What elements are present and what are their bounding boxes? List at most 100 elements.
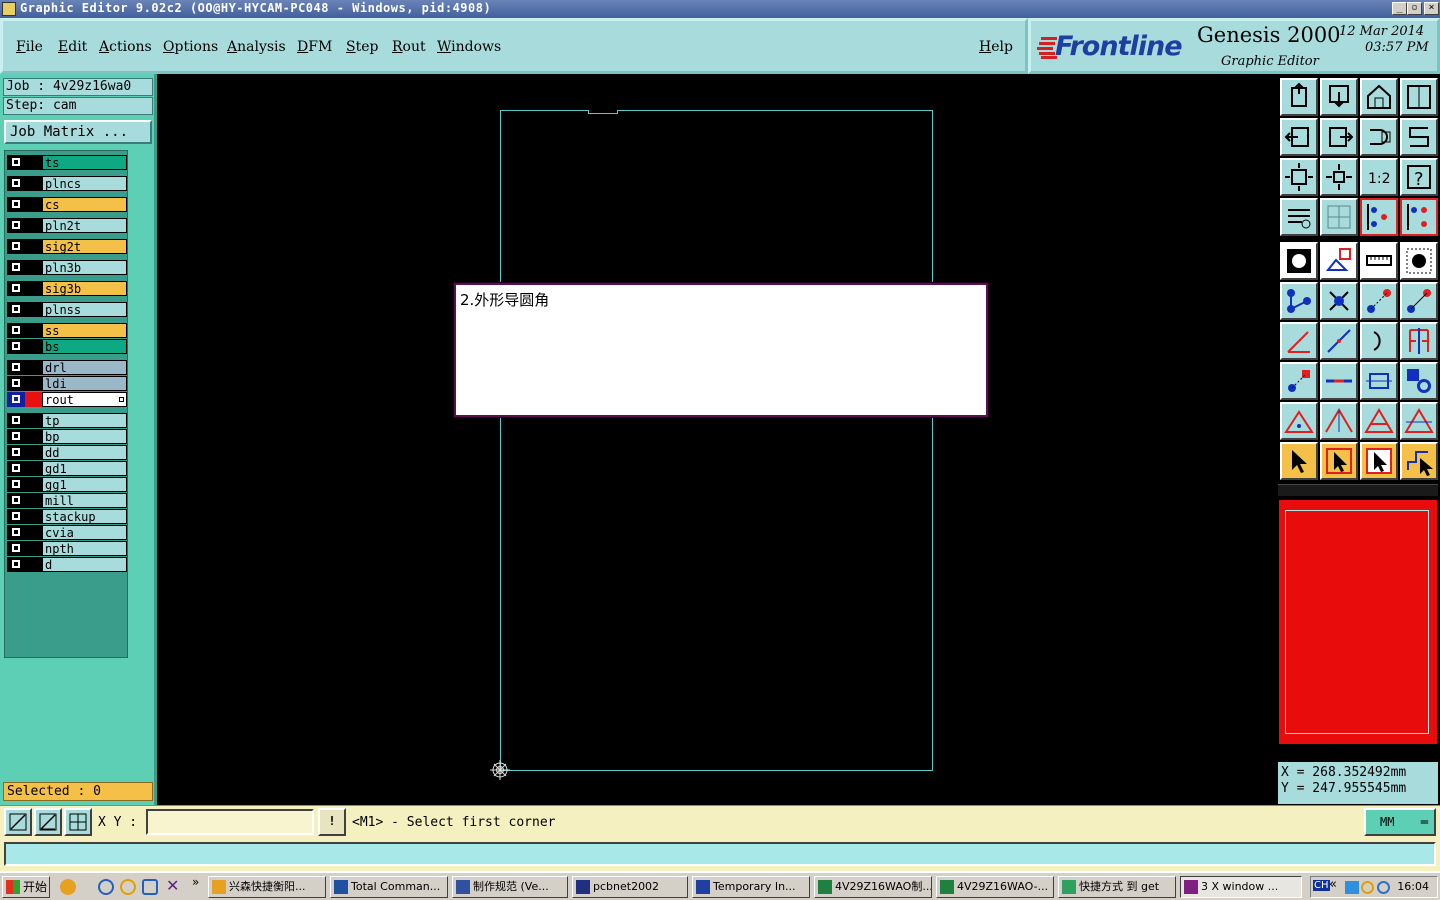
- home-tool[interactable]: [1360, 78, 1398, 116]
- circle-tool[interactable]: [1400, 242, 1438, 280]
- menu-windows[interactable]: Windows: [437, 39, 501, 55]
- layer-row[interactable]: sig2t: [7, 239, 127, 254]
- undo-tool[interactable]: [1360, 118, 1398, 156]
- menu-step[interactable]: Step: [346, 39, 378, 55]
- layer-name[interactable]: tp: [42, 413, 127, 428]
- grid-snap-button[interactable]: [64, 808, 92, 836]
- layer-name[interactable]: sig2t: [42, 239, 127, 254]
- layer-name[interactable]: drl: [42, 360, 127, 375]
- layer-checkbox[interactable]: [7, 525, 25, 540]
- layer-name[interactable]: cvia: [42, 525, 127, 540]
- layer-row[interactable]: ts: [7, 155, 127, 170]
- shape-tool[interactable]: [1320, 242, 1358, 280]
- minimize-button[interactable]: _: [1392, 2, 1407, 15]
- layer-row[interactable]: npth: [7, 541, 127, 556]
- maximize-button[interactable]: ▫: [1407, 2, 1422, 15]
- layer-name[interactable]: pln2t: [42, 218, 127, 233]
- network-icon[interactable]: [1345, 881, 1359, 894]
- cross-tool[interactable]: [1320, 282, 1358, 320]
- layer-name[interactable]: cs: [42, 197, 127, 212]
- taskbar-task-button[interactable]: 4V29Z16WAO制...: [814, 876, 932, 898]
- layer-name[interactable]: bs: [42, 339, 127, 354]
- layer-name[interactable]: ldi: [42, 376, 127, 391]
- layer-row[interactable]: rout: [7, 392, 127, 407]
- update-icon[interactable]: [1377, 881, 1390, 894]
- save-tool[interactable]: [1320, 78, 1358, 116]
- taskbar-task-button[interactable]: 兴森快捷衡阳...: [208, 876, 326, 898]
- move-tool[interactable]: [1280, 362, 1318, 400]
- layer-checkbox[interactable]: [7, 541, 25, 556]
- layer-display-indicator[interactable]: [25, 413, 42, 428]
- layer-checkbox[interactable]: [7, 176, 25, 191]
- layer-checkbox[interactable]: [7, 218, 25, 233]
- xwindow-icon[interactable]: ✕: [166, 876, 179, 895]
- mini-map[interactable]: [1279, 500, 1437, 744]
- layer-display-indicator[interactable]: [25, 445, 42, 460]
- layer-checkbox[interactable]: [7, 413, 25, 428]
- ruler-tool[interactable]: [1360, 242, 1398, 280]
- layer-row[interactable]: ldi: [7, 376, 127, 391]
- layer-name[interactable]: pln3b: [42, 260, 127, 275]
- layer-checkbox[interactable]: [7, 281, 25, 296]
- zoom-forward-tool[interactable]: [1320, 118, 1358, 156]
- layer-checkbox[interactable]: [7, 392, 25, 407]
- layer-checkbox[interactable]: [7, 339, 25, 354]
- layer-checkbox[interactable]: [7, 239, 25, 254]
- measure-all-tool[interactable]: [1400, 198, 1438, 236]
- layer-row[interactable]: bs: [7, 339, 127, 354]
- group-tool[interactable]: [1400, 362, 1438, 400]
- layer-checkbox[interactable]: [7, 197, 25, 212]
- center-tool[interactable]: [1320, 158, 1358, 196]
- angle-tool[interactable]: [1280, 322, 1318, 360]
- taskbar-task-button[interactable]: 快捷方式 到 get: [1058, 876, 1176, 898]
- layer-name[interactable]: mill: [42, 493, 127, 508]
- point2-tool[interactable]: [1400, 282, 1438, 320]
- layer-display-indicator[interactable]: [25, 525, 42, 540]
- layer-row[interactable]: tp: [7, 413, 127, 428]
- layer-name[interactable]: npth: [42, 541, 127, 556]
- layer-display-indicator[interactable]: [25, 323, 42, 338]
- menu-dfm[interactable]: DFM: [297, 39, 332, 55]
- layer-display-indicator[interactable]: [25, 260, 42, 275]
- layer-checkbox[interactable]: [7, 376, 25, 391]
- layer-display-indicator[interactable]: [25, 281, 42, 296]
- layer-checkbox[interactable]: [7, 429, 25, 444]
- menu-actions[interactable]: Actions: [99, 39, 152, 55]
- snap-mode-button[interactable]: [4, 808, 32, 836]
- browser-icon[interactable]: [98, 879, 114, 895]
- triangle2-tool[interactable]: [1320, 402, 1358, 440]
- select-box-tool[interactable]: [1320, 442, 1358, 480]
- layer-row[interactable]: drl: [7, 360, 127, 375]
- layer-row[interactable]: dd: [7, 445, 127, 460]
- taskbar-task-button[interactable]: Temporary In...: [692, 876, 810, 898]
- layer-display-indicator[interactable]: [25, 493, 42, 508]
- layer-name[interactable]: d: [42, 557, 127, 572]
- job-matrix-button[interactable]: Job Matrix ...: [4, 120, 152, 144]
- layer-row[interactable]: plnss: [7, 302, 127, 317]
- layer-checkbox[interactable]: [7, 323, 25, 338]
- taskbar-task-button[interactable]: 制作规范 (Ve...: [452, 876, 568, 898]
- select-active-tool[interactable]: [1360, 442, 1398, 480]
- scale-tool[interactable]: 1:2: [1360, 158, 1398, 196]
- clock-tray-icon[interactable]: [1361, 881, 1374, 894]
- connect-tool[interactable]: [1280, 282, 1318, 320]
- layer-row[interactable]: bp: [7, 429, 127, 444]
- layer-display-indicator[interactable]: [25, 176, 42, 191]
- alert-button[interactable]: !: [318, 808, 346, 836]
- line-tool[interactable]: [1320, 322, 1358, 360]
- delete-line-tool[interactable]: [1320, 362, 1358, 400]
- layer-name[interactable]: bp: [42, 429, 127, 444]
- layer-checkbox[interactable]: [7, 477, 25, 492]
- layer-row[interactable]: ss: [7, 323, 127, 338]
- layer-display-indicator[interactable]: [25, 376, 42, 391]
- zoom-back-tool[interactable]: [1280, 118, 1318, 156]
- layer-display-indicator[interactable]: [25, 541, 42, 556]
- measure-layer-tool[interactable]: [1360, 198, 1398, 236]
- layer-display-indicator[interactable]: [25, 461, 42, 476]
- fit-screen-tool[interactable]: [1280, 158, 1318, 196]
- layer-display-indicator[interactable]: [25, 155, 42, 170]
- snap-tool[interactable]: [1400, 118, 1438, 156]
- layer-row[interactable]: gd1: [7, 461, 127, 476]
- layer-row[interactable]: gg1: [7, 477, 127, 492]
- layer-row[interactable]: plncs: [7, 176, 127, 191]
